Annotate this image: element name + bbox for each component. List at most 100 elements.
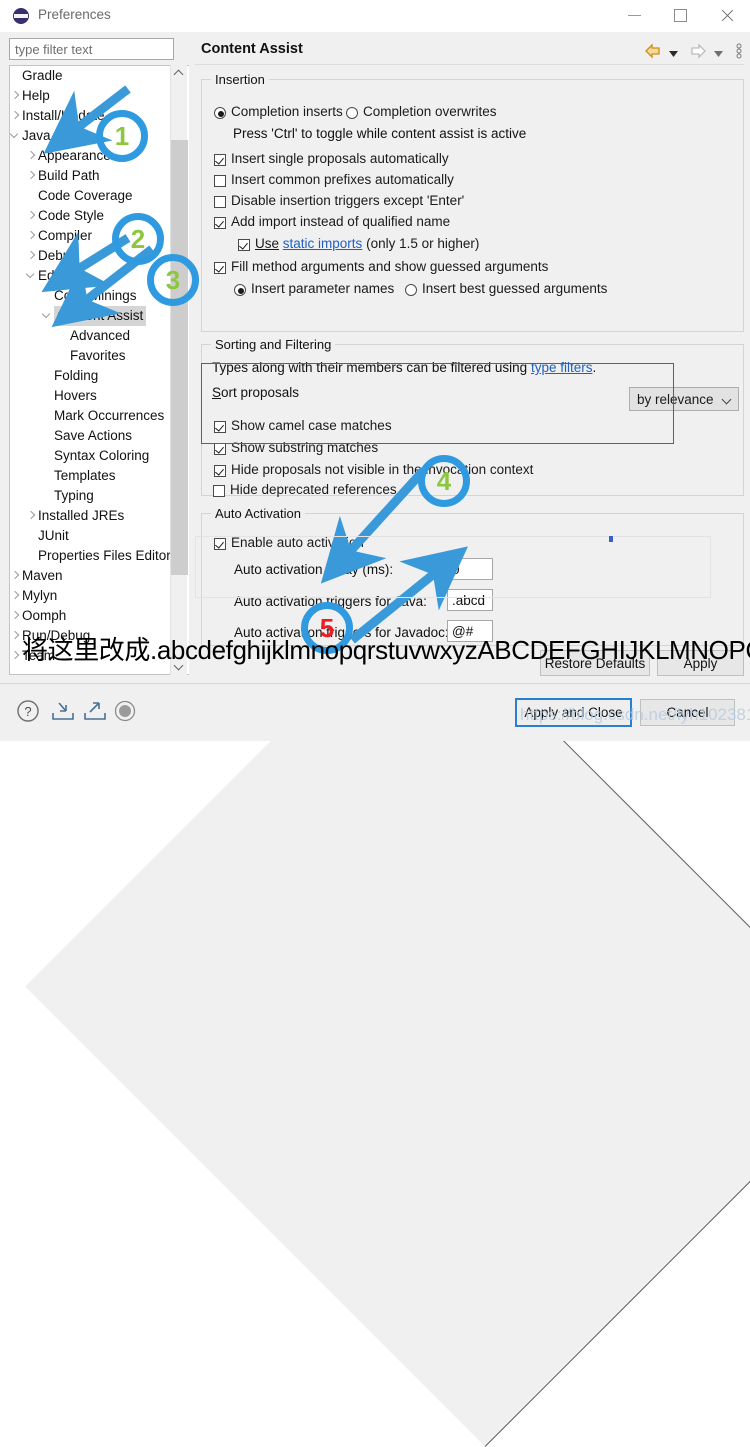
sidebar-item-label: Help [22,88,50,103]
chevron-down-icon[interactable] [10,131,20,141]
chevron-right-icon[interactable] [10,571,20,581]
sidebar-item[interactable]: Hovers [10,386,173,406]
export-icon[interactable] [82,698,112,726]
radio-insert-best-guessed-label: Insert best guessed arguments [422,281,608,296]
sidebar-item-label: Build Path [38,168,100,183]
sidebar-item[interactable]: Code Minings [10,286,173,306]
static-imports-suffix: (only 1.5 or higher) [366,236,480,251]
sidebar-item-label: Java [22,128,51,143]
chevron-right-icon[interactable] [10,591,20,601]
back-arrow-icon[interactable] [644,43,662,62]
sidebar-item[interactable]: Gradle [10,66,173,86]
sidebar-item[interactable]: Mark Occurrences [10,406,173,426]
chevron-right-icon[interactable] [26,231,36,241]
sidebar-item[interactable]: Advanced [10,326,173,346]
checkbox-use-static-imports-label: Use static imports (only 1.5 or higher) [255,236,479,251]
sidebar-item[interactable]: Install/Update [10,106,173,126]
search-input[interactable] [9,38,174,60]
page-title: Content Assist [201,41,303,57]
sidebar-item[interactable]: Editor [10,266,173,286]
sidebar-item[interactable]: Save Actions [10,426,173,446]
scroll-up-button[interactable] [171,65,188,82]
filter-container [9,38,174,60]
vertical-dots-icon[interactable] [736,43,742,62]
preferences-tree[interactable]: Gradle Help Install/Update Java Appearance Bu… [9,65,189,675]
sidebar-item[interactable]: JUnit [10,526,173,546]
help-question-icon[interactable]: ? [15,698,45,726]
chevron-right-icon[interactable] [26,211,36,221]
forward-arrow-icon [689,43,707,62]
chevron-right-icon[interactable] [10,651,20,661]
insertion-group: Insertion Completion inserts Completion … [201,72,744,332]
sidebar-item[interactable]: Help [10,86,173,106]
sidebar-item[interactable]: Java [10,126,173,146]
maximize-button[interactable] [658,0,704,30]
static-imports-link[interactable]: static imports [283,236,363,251]
sidebar-item[interactable]: Maven [10,566,173,586]
radio-completion-inserts-label: Completion inserts [231,104,343,119]
sidebar-item[interactable]: Appearance [10,146,173,166]
chevron-right-icon[interactable] [10,91,20,101]
chevron-right-icon[interactable] [26,171,36,181]
sidebar-item-label: Favorites [70,348,126,363]
sidebar-item[interactable]: Templates [10,466,173,486]
svg-text:?: ? [24,704,31,719]
sidebar-item-label: Installed JREs [38,508,125,523]
sidebar-item-label: JUnit [38,528,69,543]
checkbox-hide-not-visible-label: Hide proposals not visible in the invoca… [231,462,534,477]
chevron-right-icon[interactable] [26,251,36,261]
sidebar-item[interactable]: Code Coverage [10,186,173,206]
preferences-window: Preferences Gradle Help Install/Update Java… [0,0,750,1447]
chevron-right-icon[interactable] [26,151,36,161]
sidebar-item-label: Code Style [38,208,105,223]
record-circle-icon[interactable] [112,698,142,726]
checkbox-insert-common-prefixes-label: Insert common prefixes automatically [231,172,454,187]
checkbox-hide-deprecated-label: Hide deprecated references [230,482,397,497]
forward-menu-chevron-down-icon[interactable] [714,45,724,60]
vertical-scroll-thumb[interactable] [171,140,188,575]
sidebar-item[interactable]: Folding [10,366,173,386]
radio-completion-overwrites-label: Completion overwrites [363,104,497,119]
chevron-down-icon[interactable] [26,271,36,281]
checkbox-insert-single-proposals-label: Insert single proposals automatically [231,151,449,166]
sidebar-item-label: Editor [38,268,74,283]
sidebar-item-label: Maven [22,568,63,583]
sidebar-item-label: Install/Update [22,108,105,123]
sidebar-item[interactable]: Compiler [10,226,173,246]
sidebar-item[interactable]: Properties Files Editor [10,546,173,566]
sidebar-item[interactable]: Syntax Coloring [10,446,173,466]
sidebar-item[interactable]: Code Style [10,206,173,226]
chevron-right-icon[interactable] [10,111,20,121]
sidebar-item-label: Save Actions [54,428,133,443]
checkbox-add-import-label: Add import instead of qualified name [231,214,451,229]
sidebar-item[interactable]: Typing [10,486,173,506]
sidebar-item-label: Templates [54,468,116,483]
sidebar-item-label: Code Minings [54,288,137,303]
sidebar-item-label: Oomph [22,608,67,623]
chevron-right-icon[interactable] [10,631,20,641]
chevron-down-icon [721,394,732,405]
sidebar-item-label: Appearance [38,148,111,163]
sidebar-item[interactable]: Mylyn [10,586,173,606]
sidebar-item[interactable]: Oomph [10,606,173,626]
tree-vertical-scrollbar[interactable] [170,65,188,675]
sidebar-item-label: Typing [54,488,94,503]
sidebar-item-label: Gradle [22,68,63,83]
radio-insert-parameter-names-label: Insert parameter names [251,281,395,296]
page-nav-toolbar [644,43,743,61]
sidebar-item[interactable]: Build Path [10,166,173,186]
sidebar-item[interactable]: Favorites [10,346,173,366]
back-menu-chevron-down-icon[interactable] [669,45,679,60]
sidebar-item[interactable]: Installed JREs [10,506,173,526]
header-divider [195,64,744,65]
chevron-right-icon[interactable] [10,611,20,621]
sidebar-item[interactable]: Content Assist [10,306,173,326]
sidebar-item-label: Debug [38,248,78,263]
close-button[interactable] [704,0,750,30]
import-icon[interactable] [50,698,80,726]
use-label: Use [255,236,280,251]
chevron-right-icon[interactable] [26,511,36,521]
minimize-button[interactable] [612,0,658,30]
chevron-down-icon[interactable] [42,311,52,321]
sidebar-item[interactable]: Debug [10,246,173,266]
